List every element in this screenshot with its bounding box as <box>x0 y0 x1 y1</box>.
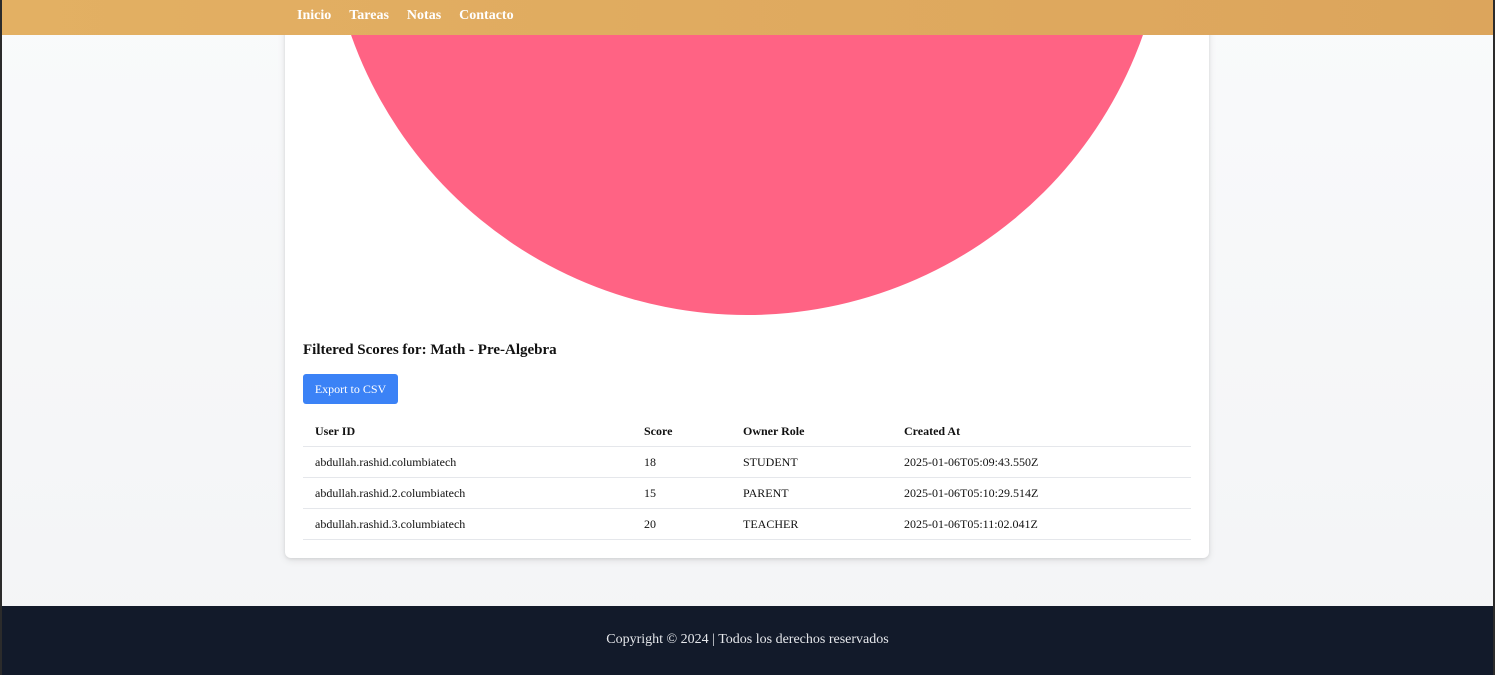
scores-table: User ID Score Owner Role Created At abdu… <box>303 416 1191 540</box>
cell-created-at: 2025-01-06T05:10:29.514Z <box>892 477 1191 509</box>
table-row: abdullah.rashid.2.columbiatech 15 PARENT… <box>303 477 1191 509</box>
nav-link-contacto[interactable]: Contacto <box>459 8 513 24</box>
page-footer: Copyright © 2024 | Todos los derechos re… <box>2 606 1493 675</box>
scores-card: Filtered Scores for: Math - Pre-Algebra … <box>285 0 1209 558</box>
page-viewport: Inicio Tareas Notas Contacto Filtered Sc… <box>2 0 1493 675</box>
table-row: abdullah.rashid.columbiatech 18 STUDENT … <box>303 446 1191 478</box>
cell-owner-role: TEACHER <box>731 508 892 540</box>
table-row: abdullah.rashid.3.columbiatech 20 TEACHE… <box>303 508 1191 540</box>
cell-owner-role: PARENT <box>731 477 892 509</box>
header-score: Score <box>632 416 731 447</box>
pie-slice <box>340 0 1154 315</box>
nav-link-notas[interactable]: Notas <box>407 8 441 24</box>
cell-score: 20 <box>632 508 731 540</box>
pie-chart <box>285 0 1209 320</box>
cell-created-at: 2025-01-06T05:11:02.041Z <box>892 508 1191 540</box>
top-navbar: Inicio Tareas Notas Contacto <box>2 0 1493 35</box>
cell-owner-role: STUDENT <box>731 446 892 478</box>
cell-user-id: abdullah.rashid.3.columbiatech <box>303 508 632 540</box>
export-csv-button[interactable]: Export to CSV <box>303 374 398 404</box>
nav-link-tareas[interactable]: Tareas <box>349 8 389 24</box>
cell-user-id: abdullah.rashid.2.columbiatech <box>303 477 632 509</box>
cell-score: 18 <box>632 446 731 478</box>
nav-links: Inicio Tareas Notas Contacto <box>297 0 532 31</box>
footer-copyright: Copyright © 2024 | Todos los derechos re… <box>606 632 889 647</box>
header-created-at: Created At <box>892 416 1191 447</box>
header-owner-role: Owner Role <box>731 416 892 447</box>
cell-created-at: 2025-01-06T05:09:43.550Z <box>892 446 1191 478</box>
header-user-id: User ID <box>303 416 632 447</box>
cell-score: 15 <box>632 477 731 509</box>
filtered-scores-title: Filtered Scores for: Math - Pre-Algebra <box>303 342 557 358</box>
cell-user-id: abdullah.rashid.columbiatech <box>303 446 632 478</box>
table-header-row: User ID Score Owner Role Created At <box>303 416 1191 447</box>
nav-link-inicio[interactable]: Inicio <box>297 8 331 24</box>
pie-chart-svg <box>340 0 1154 315</box>
